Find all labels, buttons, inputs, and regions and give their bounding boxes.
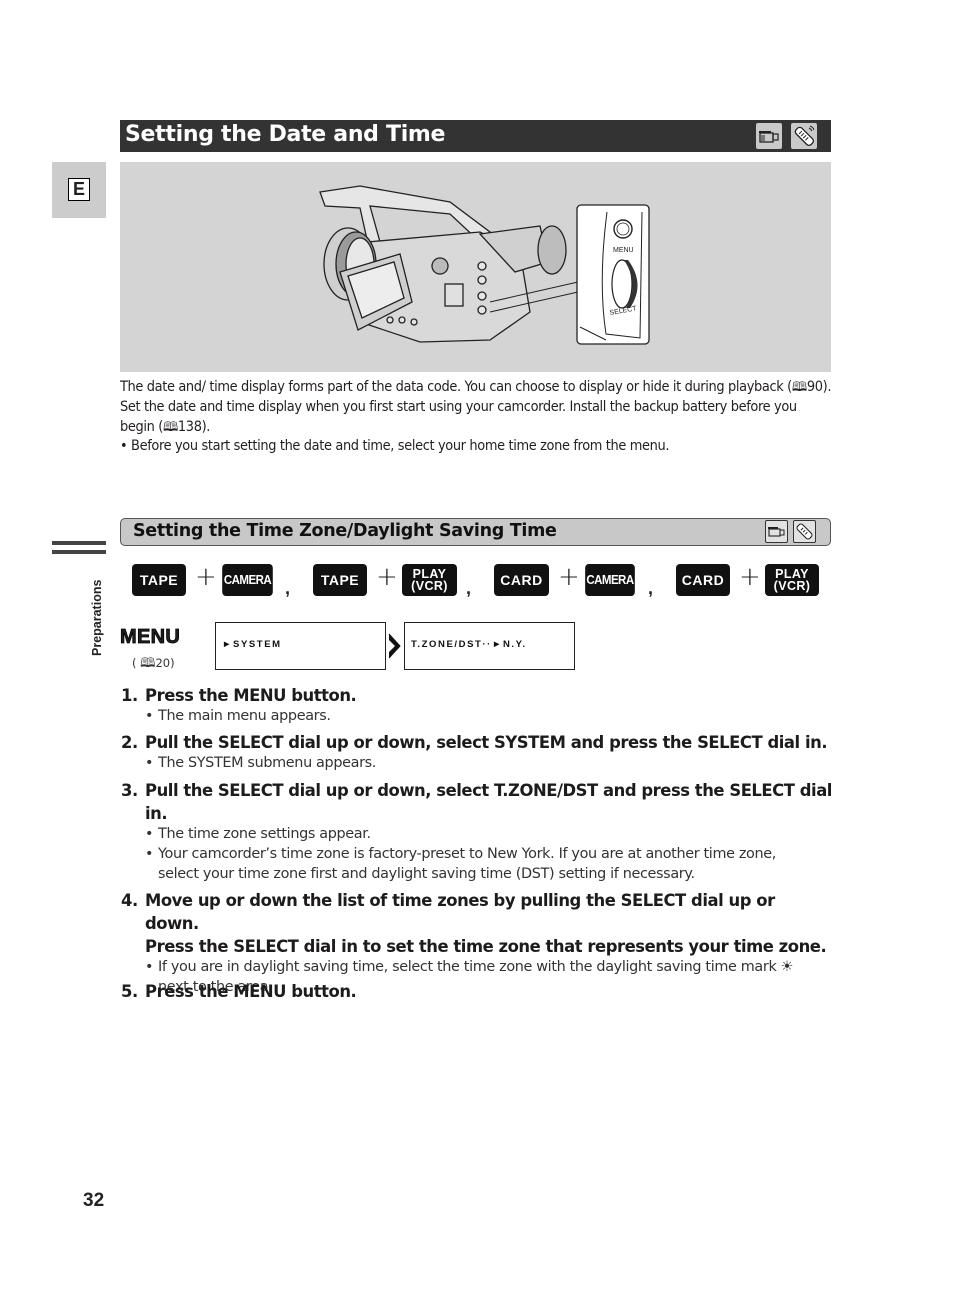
comma-separator: , — [285, 578, 291, 598]
camcorder-illustration: MENU SELECT — [120, 162, 831, 372]
plus-sign: + — [376, 562, 398, 592]
play-vcr-mode-key: PLAY (VCR) — [402, 564, 457, 596]
step-instruction-cont: in. — [145, 804, 168, 823]
page-title: Setting the Date and Time — [125, 122, 446, 147]
card-mode-key: CARD — [494, 564, 549, 596]
intro-bullet: • Before you start setting the date and … — [120, 438, 670, 455]
step-instruction: Move up or down the list of time zones b… — [145, 891, 775, 933]
step-1: 1. Press the MENU button. • The main menu … — [121, 684, 833, 727]
camera-mode-key: CAMERA — [585, 564, 635, 596]
book-reference-icon: 🕮 — [791, 380, 807, 395]
comma-separator: , — [466, 578, 472, 598]
page-reference: 90 — [806, 379, 823, 395]
next-screen-arrow-icon — [388, 632, 402, 660]
intro-paragraph-2: Set the date and time display when you f… — [120, 398, 832, 438]
step-instruction-cont: Press the SELECT dial in to set the time… — [145, 937, 827, 956]
step-instruction: Press the MENU button. — [145, 686, 357, 705]
language-label: E — [68, 178, 90, 201]
book-reference-icon: 🕮 — [140, 656, 156, 671]
step-note-cont: select your time zone first and daylight… — [158, 865, 695, 882]
tape-mode-key: TAPE — [132, 564, 186, 596]
language-tab: E — [52, 162, 106, 218]
step-5: 5. Press the MENU button. — [121, 982, 357, 1001]
page-number: 32 — [83, 1190, 105, 1211]
step-note: • The main menu appears. — [145, 708, 331, 724]
side-tab-rule — [52, 550, 106, 554]
play-vcr-mode-key: PLAY (VCR) — [765, 564, 819, 596]
step-2: 2. Pull the SELECT dial up or down, selec… — [121, 731, 833, 774]
menu-callout-label: MENU — [613, 247, 634, 254]
step-note: • The time zone settings appear. — [145, 826, 371, 842]
card-mode-key: CARD — [676, 564, 730, 596]
plus-sign: + — [558, 562, 580, 592]
step-instruction: Press the MENU button. — [145, 982, 357, 1001]
step-instruction: Pull the SELECT dial up or down, select … — [145, 781, 832, 800]
comma-separator: , — [648, 578, 654, 598]
subsection-title-bar: Setting the Time Zone/Daylight Saving Ti… — [120, 518, 831, 546]
menu-screen-system: ►SYSTEM — [215, 622, 386, 670]
menu-screen-tzone: T.ZONE/DST··►N.Y. — [404, 622, 575, 670]
dst-mark-icon: ☀ — [780, 959, 794, 975]
page-reference: 138 — [177, 418, 202, 435]
step-note: • The SYSTEM submenu appears. — [145, 755, 377, 771]
plus-sign: + — [739, 562, 761, 592]
side-tab-label: Preparations — [90, 579, 104, 656]
menu-screen-text: ►SYSTEM — [222, 639, 282, 650]
menu-page-reference: ( 🕮20) — [132, 654, 175, 676]
camcorder-icon — [756, 123, 782, 149]
intro-text: The date and/ time display forms part of… — [120, 378, 832, 457]
tape-mode-key: TAPE — [313, 564, 367, 596]
camcorder-drawing: MENU SELECT — [319, 185, 650, 345]
step-note: • If you are in daylight saving time, sel… — [145, 959, 794, 975]
remote-control-icon — [791, 123, 817, 149]
step-note: • Your camcorder’s time zone is factory-p… — [145, 845, 777, 862]
step-instruction: Pull the SELECT dial up or down, select … — [145, 733, 828, 752]
plus-sign: + — [195, 562, 217, 592]
side-tab-rule — [52, 541, 106, 545]
menu-label: MENU — [120, 626, 181, 649]
camcorder-icon — [765, 520, 788, 543]
section-title-bar: Setting the Date and Time — [120, 120, 831, 152]
step-3: 3. Pull the SELECT dial up or down, selec… — [121, 779, 833, 884]
camera-mode-key: CAMERA — [222, 564, 273, 596]
intro-paragraph-1: The date and/ time display forms part of… — [120, 378, 832, 398]
menu-screen-text: T.ZONE/DST··►N.Y. — [411, 639, 527, 650]
book-reference-icon: 🕮 — [162, 419, 178, 435]
remote-control-icon — [793, 520, 816, 543]
subsection-title: Setting the Time Zone/Daylight Saving Ti… — [133, 521, 557, 541]
